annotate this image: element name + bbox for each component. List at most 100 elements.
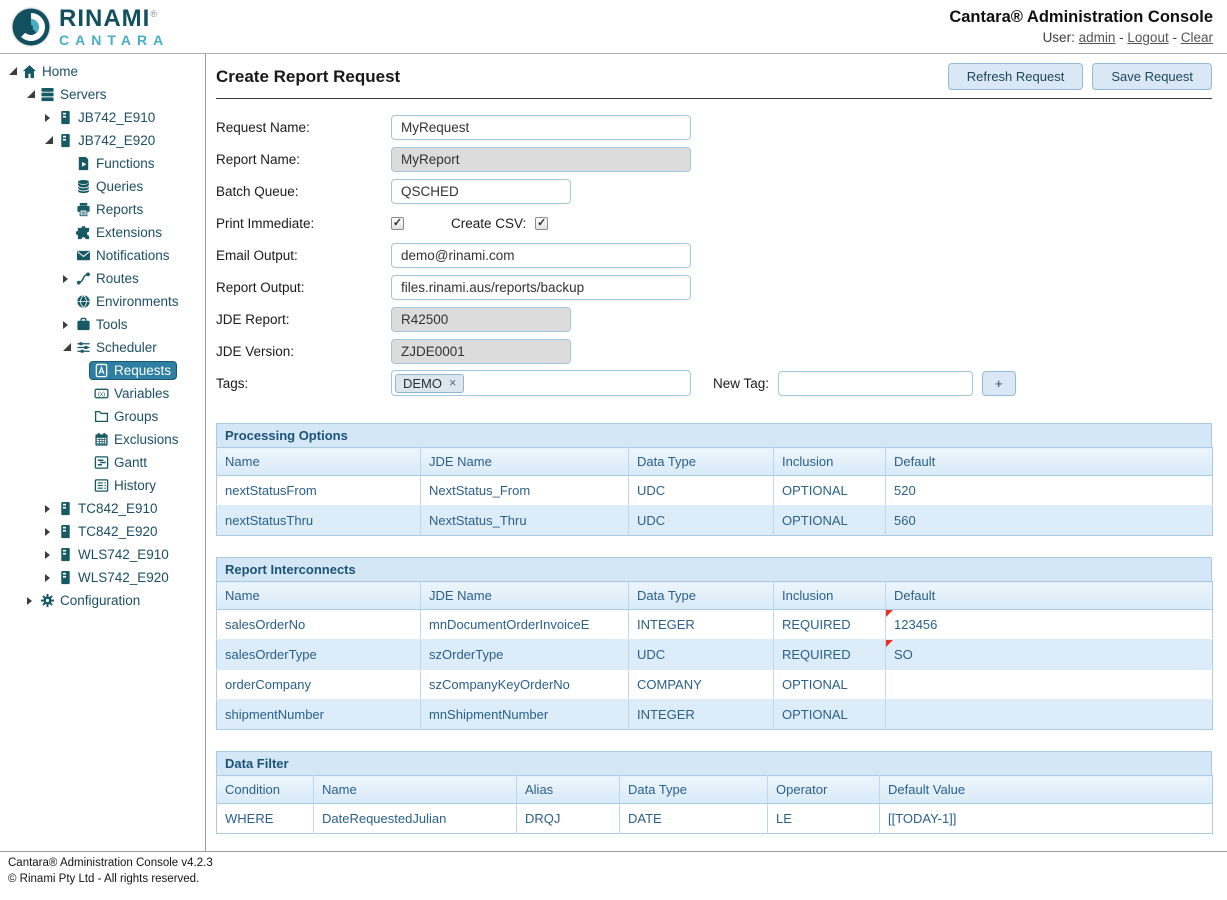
create-csv-checkbox[interactable] bbox=[535, 217, 548, 230]
sidebar-item-jb742-e910[interactable]: JB742_E910 bbox=[0, 106, 205, 129]
column-header-operator[interactable]: Operator bbox=[768, 776, 880, 804]
column-header-inclusion[interactable]: Inclusion bbox=[774, 448, 886, 476]
sidebar-item-home[interactable]: Home bbox=[0, 60, 205, 83]
cell-inclusion[interactable]: OPTIONAL bbox=[774, 670, 886, 700]
cell-default[interactable]: 123456 bbox=[886, 610, 1213, 640]
sidebar-item-tc842-e920[interactable]: TC842_E920 bbox=[0, 520, 205, 543]
sidebar-item-queries[interactable]: Queries bbox=[0, 175, 205, 198]
cell-data-type[interactable]: INTEGER bbox=[629, 700, 774, 730]
column-header-alias[interactable]: Alias bbox=[517, 776, 620, 804]
cell-alias[interactable]: DRQJ bbox=[517, 804, 620, 834]
cell-operator[interactable]: LE bbox=[768, 804, 880, 834]
tree-node-content[interactable]: TC842_E920 bbox=[53, 522, 164, 541]
tree-node-content[interactable]: History bbox=[89, 476, 162, 495]
sidebar-item-wls742-e920[interactable]: WLS742_E920 bbox=[0, 566, 205, 589]
new-tag-input[interactable] bbox=[778, 371, 973, 396]
table-row[interactable]: WHEREDateRequestedJulianDRQJDATELE[[TODA… bbox=[217, 804, 1213, 834]
sidebar-item-wls742-e910[interactable]: WLS742_E910 bbox=[0, 543, 205, 566]
tree-node-content[interactable]: Home bbox=[17, 62, 84, 81]
sidebar-item-history[interactable]: History bbox=[0, 474, 205, 497]
add-tag-button[interactable]: + bbox=[982, 371, 1016, 396]
cell-jde-name[interactable]: szCompanyKeyOrderNo bbox=[421, 670, 629, 700]
table-row[interactable]: shipmentNumbermnShipmentNumberINTEGEROPT… bbox=[217, 700, 1213, 730]
cell-inclusion[interactable]: OPTIONAL bbox=[774, 700, 886, 730]
tree-node-content[interactable]: TC842_E910 bbox=[53, 499, 164, 518]
cell-jde-name[interactable]: szOrderType bbox=[421, 640, 629, 670]
cell-inclusion[interactable]: REQUIRED bbox=[774, 640, 886, 670]
tree-node-content[interactable]: Environments bbox=[71, 292, 185, 311]
sidebar-item-tc842-e910[interactable]: TC842_E910 bbox=[0, 497, 205, 520]
tree-node-content[interactable]: Configuration bbox=[35, 591, 146, 610]
tree-node-content[interactable]: Routes bbox=[71, 269, 145, 288]
sidebar-item-extensions[interactable]: Extensions bbox=[0, 221, 205, 244]
column-header-default[interactable]: Default bbox=[886, 448, 1213, 476]
tag-chip[interactable]: DEMO × bbox=[395, 374, 464, 393]
column-header-condition[interactable]: Condition bbox=[217, 776, 314, 804]
sidebar-item-servers[interactable]: Servers bbox=[0, 83, 205, 106]
column-header-data-type[interactable]: Data Type bbox=[629, 448, 774, 476]
sidebar-item-tools[interactable]: Tools bbox=[0, 313, 205, 336]
tree-node-content[interactable]: Queries bbox=[71, 177, 149, 196]
tree-node-content[interactable]: Requests bbox=[89, 361, 177, 380]
batch-queue-input[interactable] bbox=[391, 179, 571, 204]
request-name-input[interactable] bbox=[391, 115, 691, 140]
cell-jde-name[interactable]: mnDocumentOrderInvoiceE bbox=[421, 610, 629, 640]
report-output-input[interactable] bbox=[391, 275, 691, 300]
cell-data-type[interactable]: COMPANY bbox=[629, 670, 774, 700]
tree-node-content[interactable]: JB742_E920 bbox=[53, 131, 161, 150]
cell-default[interactable] bbox=[886, 700, 1213, 730]
tree-node-content[interactable]: Tools bbox=[71, 315, 134, 334]
sidebar-item-exclusions[interactable]: Exclusions bbox=[0, 428, 205, 451]
column-header-name[interactable]: Name bbox=[217, 448, 421, 476]
cell-name[interactable]: salesOrderType bbox=[217, 640, 421, 670]
cell-name[interactable]: nextStatusFrom bbox=[217, 476, 421, 506]
cell-data-type[interactable]: UDC bbox=[629, 640, 774, 670]
cell-default-value[interactable]: [[TODAY-1]] bbox=[880, 804, 1213, 834]
cell-jde-name[interactable]: mnShipmentNumber bbox=[421, 700, 629, 730]
table-row[interactable]: nextStatusFromNextStatus_FromUDCOPTIONAL… bbox=[217, 476, 1213, 506]
table-row[interactable]: orderCompanyszCompanyKeyOrderNoCOMPANYOP… bbox=[217, 670, 1213, 700]
sidebar-item-environments[interactable]: Environments bbox=[0, 290, 205, 313]
tree-node-content[interactable]: (x)Variables bbox=[89, 384, 175, 403]
email-output-input[interactable] bbox=[391, 243, 691, 268]
cell-inclusion[interactable]: OPTIONAL bbox=[774, 476, 886, 506]
sidebar-item-jb742-e920[interactable]: JB742_E920 bbox=[0, 129, 205, 152]
cell-default[interactable]: SO bbox=[886, 640, 1213, 670]
tree-node-content[interactable]: Reports bbox=[71, 200, 149, 219]
tags-input[interactable]: DEMO × bbox=[391, 370, 691, 396]
table-row[interactable]: salesOrderNomnDocumentOrderInvoiceEINTEG… bbox=[217, 610, 1213, 640]
tree-node-content[interactable]: Scheduler bbox=[71, 338, 163, 357]
column-header-default[interactable]: Default bbox=[886, 582, 1213, 610]
tree-node-content[interactable]: WLS742_E910 bbox=[53, 545, 175, 564]
clear-link[interactable]: Clear bbox=[1181, 30, 1213, 45]
sidebar-item-requests[interactable]: Requests bbox=[0, 359, 205, 382]
table-row[interactable]: salesOrderTypeszOrderTypeUDCREQUIREDSO bbox=[217, 640, 1213, 670]
logout-link[interactable]: Logout bbox=[1127, 30, 1168, 45]
sidebar-item-routes[interactable]: Routes bbox=[0, 267, 205, 290]
cell-default[interactable]: 560 bbox=[886, 506, 1213, 536]
cell-name[interactable]: nextStatusThru bbox=[217, 506, 421, 536]
column-header-inclusion[interactable]: Inclusion bbox=[774, 582, 886, 610]
sidebar-item-configuration[interactable]: Configuration bbox=[0, 589, 205, 612]
tree-node-content[interactable]: Servers bbox=[35, 85, 113, 104]
cell-data-type[interactable]: UDC bbox=[629, 506, 774, 536]
sidebar-item-groups[interactable]: Groups bbox=[0, 405, 205, 428]
sidebar-item-reports[interactable]: Reports bbox=[0, 198, 205, 221]
tag-remove-icon[interactable]: × bbox=[449, 377, 456, 390]
cell-name[interactable]: DateRequestedJulian bbox=[314, 804, 517, 834]
sidebar-item-scheduler[interactable]: Scheduler bbox=[0, 336, 205, 359]
sidebar-item-variables[interactable]: (x)Variables bbox=[0, 382, 205, 405]
cell-name[interactable]: shipmentNumber bbox=[217, 700, 421, 730]
user-link[interactable]: admin bbox=[1079, 30, 1116, 45]
sidebar-item-gantt[interactable]: Gantt bbox=[0, 451, 205, 474]
sidebar-item-notifications[interactable]: Notifications bbox=[0, 244, 205, 267]
column-header-name[interactable]: Name bbox=[314, 776, 517, 804]
cell-data-type[interactable]: DATE bbox=[620, 804, 768, 834]
tree-node-content[interactable]: Exclusions bbox=[89, 430, 185, 449]
cell-inclusion[interactable]: OPTIONAL bbox=[774, 506, 886, 536]
column-header-name[interactable]: Name bbox=[217, 582, 421, 610]
cell-jde-name[interactable]: NextStatus_Thru bbox=[421, 506, 629, 536]
cell-default[interactable] bbox=[886, 670, 1213, 700]
tree-node-content[interactable]: Notifications bbox=[71, 246, 176, 265]
table-row[interactable]: nextStatusThruNextStatus_ThruUDCOPTIONAL… bbox=[217, 506, 1213, 536]
